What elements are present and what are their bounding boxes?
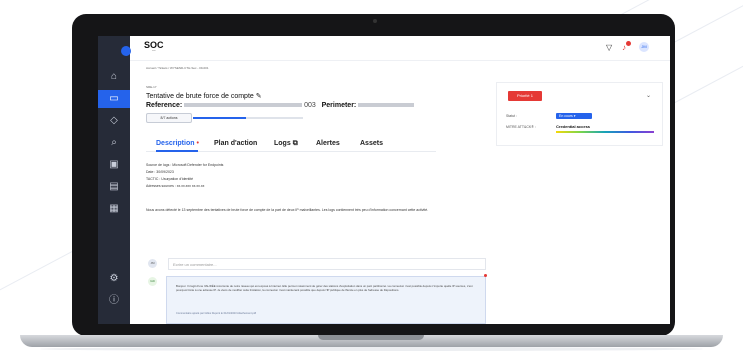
tab-alertes[interactable]: Alertes [316,140,340,147]
search-icon[interactable]: ⌕ [108,137,120,149]
comment-input[interactable]: Ecrire un commentaire... [168,258,486,270]
mitre-label: MITRE ATT&CK® : [506,125,536,129]
documents-icon[interactable]: ▤ [108,181,120,193]
reference-label: Reference: [146,102,183,109]
current-user-avatar: JM [148,259,157,268]
logo-subtitle-mark: ━━━ [152,50,156,52]
reference-redacted [184,103,303,108]
mitre-color-bar [556,131,654,133]
reference-line: Reference: 003 Perimeter: [146,102,415,109]
app-logo[interactable]: SOC [144,40,164,50]
tab-plan-action[interactable]: Plan d'action [214,140,257,147]
action-progress-fill [193,117,246,119]
mitre-value: Credential access [556,124,591,129]
tab-logs[interactable]: Logs ⧉ [274,140,298,148]
settings-icon[interactable]: ⚙ [108,273,120,285]
perimeter-label: Perimeter: [321,102,357,109]
filter-icon[interactable]: ▽ [606,43,612,52]
priority-badge[interactable]: Priorité 1 [508,91,542,101]
description-paragraph: Nous avons détecté le 13 septembre des t… [146,208,429,212]
actions-button[interactable]: 8/7 actions [146,113,192,123]
source-addresses: Adresses sources : xx.xx.xxx xx.xx.xx [146,184,205,188]
reference-value: 003 [304,102,316,109]
active-tab-underline [156,150,198,152]
assets-icon[interactable]: ▦ [108,203,120,215]
comment-meta[interactable]: Commentaire ajouté par Gilles Dupont le … [176,312,256,315]
unread-indicator [484,274,487,277]
laptop-shadow [40,347,703,351]
laptop-notch [318,335,424,340]
page-title: Tentative de brute force de compte ✎ [146,93,262,100]
ticket-tag: SRE-17 [146,85,157,89]
help-icon[interactable]: ⓘ [108,295,120,307]
edit-icon[interactable]: ✎ [256,93,262,100]
laptop-camera [373,19,377,23]
top-bar [130,36,670,61]
tactic: TACTIC : Usurpation d'identité [146,177,194,181]
notification-badge [626,41,631,46]
shield-icon[interactable]: ◇ [108,115,120,127]
action-progress-bar [193,117,303,119]
status-dropdown[interactable]: En cours ▾ [556,113,592,119]
tickets-icon[interactable]: ▭ [108,93,120,105]
breadcrumb[interactable]: Accueil / Tickets / WYSEND-CTH-Sec - 09-… [146,66,209,70]
app-screen: ⌂ ▭ ◇ ⌕ ▣ ▤ ▦ ⚙ ⓘ SOC ━━━ ▽ ♪ JM Accueil… [98,36,670,324]
sidebar: ⌂ ▭ ◇ ⌕ ▣ ▤ ▦ ⚙ ⓘ [98,36,130,324]
chevron-down-icon[interactable]: ⌄ [646,92,651,99]
status-label: Statut : [506,114,518,118]
reports-icon[interactable]: ▣ [108,159,120,171]
detection-date: Date : 30/09/2023 [146,170,174,174]
tab-assets[interactable]: Assets [360,140,383,147]
comment-text: Bonjour. Il s'agit d'une VALIDÉE récurre… [176,284,473,292]
external-link-icon: ⧉ [292,140,298,147]
tab-description[interactable]: Description • [156,140,199,147]
perimeter-redacted [358,103,415,108]
log-source: Source de logs : Microsoft Defender for … [146,163,224,167]
comment-author-avatar: GD [148,277,157,286]
user-avatar[interactable]: JM [639,42,649,52]
home-icon[interactable]: ⌂ [108,71,120,83]
